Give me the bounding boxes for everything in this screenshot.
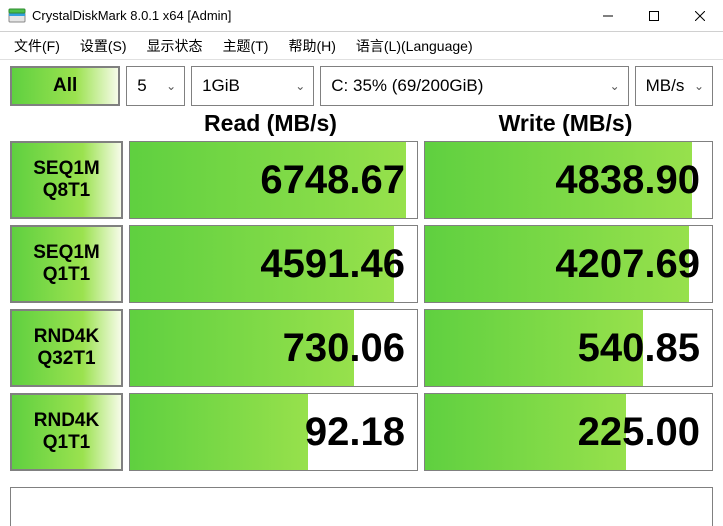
bench-row: RND4KQ32T1 730.06 540.85: [10, 309, 713, 387]
test-label-line1: RND4K: [34, 326, 99, 348]
header-write: Write (MB/s): [418, 108, 713, 141]
value-number: 6748.67: [260, 158, 405, 203]
test-label-line2: Q1T1: [43, 264, 91, 286]
status-bar: [10, 487, 713, 526]
write-value-cell: 225.00: [424, 393, 713, 471]
run-test-button[interactable]: RND4KQ32T1: [10, 309, 123, 387]
chevron-down-icon: ⌄: [690, 79, 708, 93]
chevron-down-icon: ⌄: [606, 79, 624, 93]
read-value-cell: 4591.46: [129, 225, 418, 303]
loops-value: 5: [137, 76, 162, 96]
bench-row: RND4KQ1T1 92.18 225.00: [10, 393, 713, 471]
bench-row: SEQ1MQ8T1 6748.67 4838.90: [10, 141, 713, 219]
test-label-line1: SEQ1M: [33, 242, 100, 264]
titlebar: CrystalDiskMark 8.0.1 x64 [Admin]: [0, 0, 723, 32]
minimize-button[interactable]: [585, 0, 631, 32]
value-number: 4207.69: [555, 242, 700, 287]
read-value-cell: 92.18: [129, 393, 418, 471]
testsize-value: 1GiB: [202, 76, 291, 96]
value-number: 4838.90: [555, 158, 700, 203]
chevron-down-icon: ⌄: [291, 79, 309, 93]
chevron-down-icon: ⌄: [162, 79, 180, 93]
loops-dropdown[interactable]: 5 ⌄: [126, 66, 185, 106]
menu-theme[interactable]: 主题(T): [213, 33, 279, 59]
value-number: 730.06: [283, 326, 405, 371]
menu-settings[interactable]: 设置(S): [70, 33, 137, 59]
test-label-line2: Q32T1: [37, 348, 95, 370]
value-number: 225.00: [578, 410, 700, 455]
value-number: 540.85: [578, 326, 700, 371]
test-label-line1: RND4K: [34, 410, 99, 432]
write-value-cell: 540.85: [424, 309, 713, 387]
run-test-button[interactable]: SEQ1MQ8T1: [10, 141, 123, 219]
read-value-cell: 730.06: [129, 309, 418, 387]
drive-dropdown[interactable]: C: 35% (69/200GiB) ⌄: [320, 66, 628, 106]
run-test-button[interactable]: SEQ1MQ1T1: [10, 225, 123, 303]
menubar: 文件(F) 设置(S) 显示状态 主题(T) 帮助(H) 语言(L)(Langu…: [0, 32, 723, 60]
value-bar: [130, 394, 308, 470]
maximize-button[interactable]: [631, 0, 677, 32]
test-label-line2: Q1T1: [43, 432, 91, 454]
units-dropdown[interactable]: MB/s ⌄: [635, 66, 713, 106]
app-icon: [8, 7, 26, 25]
drive-value: C: 35% (69/200GiB): [331, 76, 605, 96]
menu-help[interactable]: 帮助(H): [278, 33, 345, 59]
header-spacer: [10, 108, 123, 141]
test-label-line2: Q8T1: [43, 180, 91, 202]
test-label-line1: SEQ1M: [33, 158, 100, 180]
run-test-button[interactable]: RND4KQ1T1: [10, 393, 123, 471]
column-headers: Read (MB/s) Write (MB/s): [0, 108, 723, 141]
write-value-cell: 4207.69: [424, 225, 713, 303]
menu-file[interactable]: 文件(F): [4, 33, 70, 59]
read-value-cell: 6748.67: [129, 141, 418, 219]
header-read: Read (MB/s): [123, 108, 418, 141]
window-controls: [585, 0, 723, 32]
value-number: 92.18: [305, 410, 405, 455]
window-title: CrystalDiskMark 8.0.1 x64 [Admin]: [32, 8, 585, 23]
run-all-label: All: [53, 75, 77, 97]
run-all-button[interactable]: All: [10, 66, 120, 106]
write-value-cell: 4838.90: [424, 141, 713, 219]
testsize-dropdown[interactable]: 1GiB ⌄: [191, 66, 314, 106]
value-number: 4591.46: [260, 242, 405, 287]
menu-display[interactable]: 显示状态: [137, 33, 213, 59]
benchmark-grid: SEQ1MQ8T16748.674838.90SEQ1MQ1T14591.464…: [0, 141, 723, 487]
close-button[interactable]: [677, 0, 723, 32]
bench-row: SEQ1MQ1T1 4591.46 4207.69: [10, 225, 713, 303]
units-value: MB/s: [646, 76, 690, 96]
controls-row: All 5 ⌄ 1GiB ⌄ C: 35% (69/200GiB) ⌄ MB/s…: [0, 60, 723, 108]
menu-language[interactable]: 语言(L)(Language): [346, 33, 483, 59]
